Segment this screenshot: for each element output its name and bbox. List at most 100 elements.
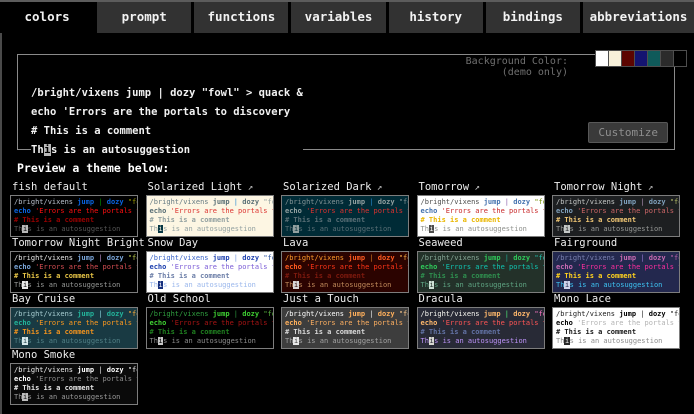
theme-demo-terminal[interactable]: /bright/vixens jump | dozy "fowl" > quac…: [417, 195, 545, 237]
external-link-icon[interactable]: ↗: [643, 183, 654, 193]
theme-title[interactable]: Bay Cruise: [10, 293, 146, 307]
token-comment: # This is a comment: [150, 328, 230, 336]
theme-demo-terminal[interactable]: /bright/vixens jump | dozy "fowl" > quac…: [146, 195, 274, 237]
theme-title[interactable]: fish default: [10, 181, 146, 195]
theme-card-fairground[interactable]: Fairground/bright/vixens jump | dozy "fo…: [552, 237, 688, 293]
tab-colors[interactable]: colors: [0, 2, 94, 33]
terminal-line: echo 'Errors are the portals to discover…: [31, 103, 303, 122]
bg-swatch-teal[interactable]: [647, 50, 661, 67]
theme-name: Tomorrow: [419, 181, 470, 193]
token-normal: /bright/vixens: [285, 310, 348, 318]
theme-demo-terminal[interactable]: /bright/vixens jump | dozy "fowl" > quac…: [146, 307, 274, 349]
token-command: jump: [619, 198, 640, 206]
theme-card-tomorrow-night[interactable]: Tomorrow Night ↗/bright/vixens jump | do…: [552, 181, 688, 237]
tab-prompt[interactable]: prompt: [97, 2, 191, 33]
theme-title[interactable]: Snow Day: [146, 237, 282, 251]
theme-card-bay-cruise[interactable]: Bay Cruise/bright/vixens jump | dozy "fo…: [10, 293, 146, 349]
token-end: |: [505, 254, 513, 262]
customize-button[interactable]: Customize: [588, 122, 668, 143]
theme-demo-terminal[interactable]: /bright/vixens jump | dozy "fowl" > quac…: [10, 251, 138, 293]
tab-variables[interactable]: variables: [291, 2, 385, 33]
token-end: |: [640, 198, 648, 206]
theme-demo-terminal[interactable]: /bright/vixens jump | dozy "fowl" > quac…: [552, 251, 680, 293]
bg-swatch-navy[interactable]: [634, 50, 648, 67]
theme-title[interactable]: Tomorrow Night ↗: [552, 181, 688, 195]
theme-demo-terminal[interactable]: /bright/vixens jump | dozy "fowl" > quac…: [10, 363, 138, 405]
theme-demo-terminal[interactable]: /bright/vixens jump | dozy "fowl" > quac…: [146, 251, 274, 293]
token-command: jump: [619, 254, 640, 262]
terminal-line: # This is a comment: [150, 328, 273, 337]
external-link-icon[interactable]: ↗: [469, 183, 480, 193]
theme-card-lava[interactable]: Lava/bright/vixens jump | dozy "fowl" > …: [281, 237, 417, 293]
terminal-line: echo 'Errors are the portals to discover…: [556, 319, 679, 328]
theme-card-tomorrow[interactable]: Tomorrow ↗/bright/vixens jump | dozy "fo…: [417, 181, 553, 237]
theme-card-fish-default[interactable]: fish default/bright/vixens jump | dozy "…: [10, 181, 146, 237]
token-quote: "fowl": [399, 310, 409, 318]
theme-title[interactable]: Fairground: [552, 237, 688, 251]
terminal-line: # This is a comment: [14, 272, 137, 281]
theme-title[interactable]: Solarized Light ↗: [146, 181, 282, 195]
terminal-line: # This is a comment: [285, 328, 408, 337]
theme-demo-terminal[interactable]: /bright/vixens jump | dozy "fowl" > quac…: [552, 307, 680, 349]
external-link-icon[interactable]: ↗: [242, 183, 253, 193]
terminal-line: # This is a comment: [150, 216, 273, 225]
theme-card-old-school[interactable]: Old School/bright/vixens jump | dozy "fo…: [146, 293, 282, 349]
theme-title[interactable]: Just a Touch: [281, 293, 417, 307]
theme-demo-terminal[interactable]: /bright/vixens jump | dozy "fowl" > quac…: [417, 251, 545, 293]
theme-demo-terminal[interactable]: /bright/vixens jump | dozy "fowl" > quac…: [10, 307, 138, 349]
tab-abbreviations[interactable]: abbreviations: [583, 2, 694, 33]
token-command: dozy: [107, 310, 128, 318]
token-autosuggestion: s is an autosuggestion: [570, 225, 663, 233]
theme-card-seaweed[interactable]: Seaweed/bright/vixens jump | dozy "fowl"…: [417, 237, 553, 293]
theme-card-solarized-light[interactable]: Solarized Light ↗/bright/vixens jump | d…: [146, 181, 282, 237]
theme-title[interactable]: Tomorrow Night Bright ↗: [10, 237, 146, 251]
tab-functions[interactable]: functions: [194, 2, 288, 33]
token-quote: "fowl": [399, 198, 409, 206]
theme-card-dracula[interactable]: Dracula/bright/vixens jump | dozy "fowl"…: [417, 293, 553, 349]
bg-swatch-cream[interactable]: [608, 50, 622, 67]
tab-history[interactable]: history: [389, 2, 483, 33]
theme-name: Fairground: [554, 237, 617, 249]
theme-demo-terminal[interactable]: /bright/vixens jump | dozy "fowl" > quac…: [281, 195, 409, 237]
token-autosuggestion: s is an autosuggestion: [28, 337, 121, 345]
theme-title[interactable]: Solarized Dark ↗: [281, 181, 417, 195]
theme-card-mono-lace[interactable]: Mono Lace/bright/vixens jump | dozy "fow…: [552, 293, 688, 349]
theme-card-mono-smoke[interactable]: Mono Smoke/bright/vixens jump | dozy "fo…: [10, 349, 146, 405]
theme-demo-terminal[interactable]: /bright/vixens jump | dozy "fowl" > quac…: [10, 195, 138, 237]
theme-title[interactable]: Seaweed: [417, 237, 553, 251]
theme-title[interactable]: Mono Lace: [552, 293, 688, 307]
theme-name: fish default: [12, 181, 88, 193]
bg-swatch-dark-red[interactable]: [621, 50, 635, 67]
theme-title[interactable]: Lava: [281, 237, 417, 251]
token-quote: "fowl": [128, 310, 138, 318]
theme-title[interactable]: Tomorrow ↗: [417, 181, 553, 195]
token-command: jump: [213, 310, 234, 318]
theme-demo-terminal[interactable]: /bright/vixens jump | dozy "fowl" > quac…: [417, 307, 545, 349]
token-command: echo: [14, 375, 35, 383]
terminal-line: echo 'Errors are the portals to discover…: [421, 263, 544, 272]
theme-demo-terminal[interactable]: /bright/vixens jump | dozy "fowl" > quac…: [552, 195, 680, 237]
token-autosuggestion: Th: [150, 281, 158, 289]
bg-swatch-black[interactable]: [673, 50, 687, 67]
token-quote: "fowl": [128, 254, 138, 262]
theme-title[interactable]: Mono Smoke: [10, 349, 146, 363]
theme-title[interactable]: Old School: [146, 293, 282, 307]
token-autosuggestion: s is an autosuggestion: [434, 337, 527, 345]
terminal-line: This is an autosuggestion: [14, 393, 137, 402]
external-link-icon[interactable]: ↗: [372, 183, 383, 193]
theme-card-snow-day[interactable]: Snow Day/bright/vixens jump | dozy "fowl…: [146, 237, 282, 293]
token-normal: /bright/vixens: [150, 198, 213, 206]
theme-title[interactable]: Dracula: [417, 293, 553, 307]
theme-card-just-a-touch[interactable]: Just a Touch/bright/vixens jump | dozy "…: [281, 293, 417, 349]
token-command: jump: [484, 198, 505, 206]
theme-card-tomorrow-night-bright[interactable]: Tomorrow Night Bright ↗/bright/vixens ju…: [10, 237, 146, 293]
theme-card-solarized-dark[interactable]: Solarized Dark ↗/bright/vixens jump | do…: [281, 181, 417, 237]
token-error: 'Errors are the portals to discovery: [577, 263, 680, 271]
bg-swatch-charcoal[interactable]: [660, 50, 674, 67]
token-error: 'Errors are the portals to discovery: [35, 319, 138, 327]
tab-bindings[interactable]: bindings: [486, 2, 580, 33]
token-command: echo: [285, 263, 306, 271]
theme-demo-terminal[interactable]: /bright/vixens jump | dozy "fowl" > quac…: [281, 307, 409, 349]
bg-swatch-white[interactable]: [595, 50, 609, 67]
theme-demo-terminal[interactable]: /bright/vixens jump | dozy "fowl" > quac…: [281, 251, 409, 293]
